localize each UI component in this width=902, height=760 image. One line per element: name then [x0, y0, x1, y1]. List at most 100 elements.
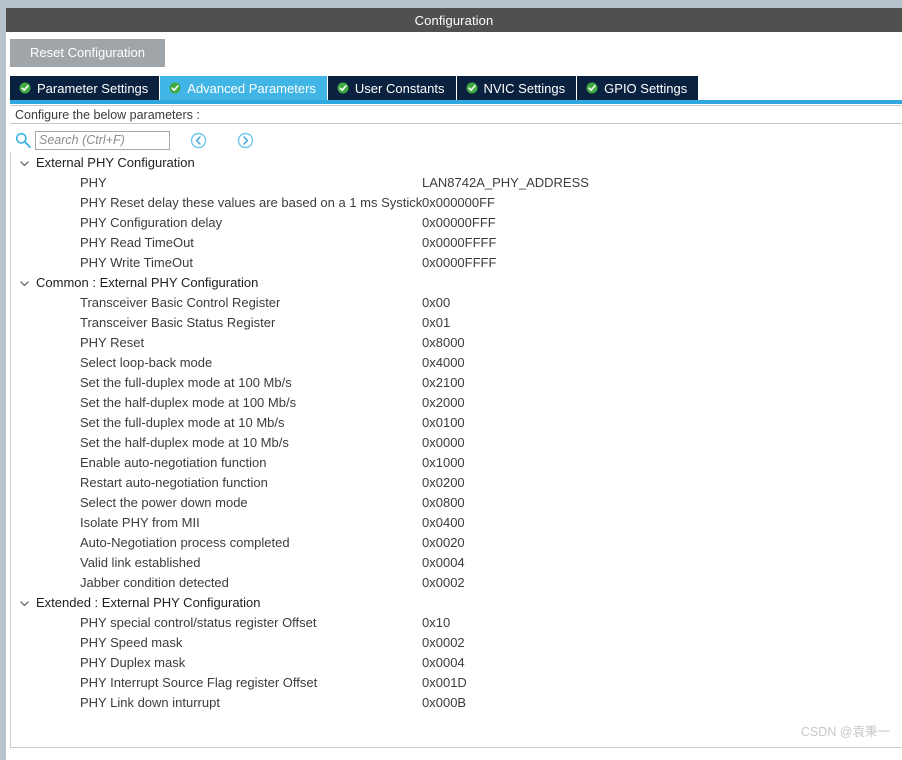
parameter-row[interactable]: PHY Reset 0x8000 — [11, 332, 902, 352]
parameter-row[interactable]: PHY Link down inturrupt 0x000B — [11, 692, 902, 712]
tab-parameter-settings[interactable]: Parameter Settings — [10, 76, 161, 100]
parameter-row[interactable]: Set the full-duplex mode at 100 Mb/s 0x21… — [11, 372, 902, 392]
parameter-value[interactable]: 0x10 — [422, 615, 902, 630]
parameter-row[interactable]: PHY LAN8742A_PHY_ADDRESS — [11, 172, 902, 192]
parameter-value[interactable]: 0x1000 — [422, 455, 902, 470]
chevron-down-icon[interactable] — [19, 157, 30, 168]
window-title-bar: Configuration — [6, 8, 902, 32]
parameter-value[interactable]: 0x0004 — [422, 655, 902, 670]
parameter-value[interactable]: 0x001D — [422, 675, 902, 690]
parameter-label: Jabber condition detected — [80, 574, 229, 590]
parameter-value[interactable]: 0x0000 — [422, 435, 902, 450]
parameter-row[interactable]: Jabber condition detected 0x0002 — [11, 572, 902, 592]
parameter-row[interactable]: Transceiver Basic Status Register 0x01 — [11, 312, 902, 332]
parameter-value[interactable]: 0x0200 — [422, 475, 902, 490]
tab-gpio-settings[interactable]: GPIO Settings — [577, 76, 700, 100]
parameter-label: PHY — [80, 174, 107, 190]
tab-label: NVIC Settings — [483, 80, 566, 96]
configure-hint-text: Configure the below parameters : — [15, 107, 200, 122]
parameter-label: PHY Reset — [80, 334, 145, 350]
parameter-value[interactable]: 0x0020 — [422, 535, 902, 550]
parameter-label: Select loop-back mode — [80, 354, 213, 370]
parameter-row[interactable]: Restart auto-negotiation function 0x0200 — [11, 472, 902, 492]
parameter-label: Restart auto-negotiation function — [80, 474, 268, 490]
tab-nvic-settings[interactable]: NVIC Settings — [456, 76, 578, 100]
search-input[interactable] — [35, 130, 170, 150]
parameter-row[interactable]: Select loop-back mode 0x4000 — [11, 352, 902, 372]
tab-label: Parameter Settings — [37, 80, 149, 96]
green-check-icon — [19, 82, 31, 94]
tab-user-constants[interactable]: User Constants — [327, 76, 457, 100]
tree-group-title: Common : External PHY Configuration — [36, 274, 259, 290]
tab-label: User Constants — [354, 80, 445, 96]
parameter-label: PHY Write TimeOut — [80, 254, 193, 270]
parameter-row[interactable]: Set the half-duplex mode at 100 Mb/s 0x20… — [11, 392, 902, 412]
parameter-value[interactable]: LAN8742A_PHY_ADDRESS — [422, 175, 902, 190]
parameter-label: Set the full-duplex mode at 10 Mb/s — [80, 414, 285, 430]
tree-group-title: Extended : External PHY Configuration — [36, 594, 261, 610]
parameter-value[interactable]: 0x00000FFF — [422, 215, 902, 230]
parameter-tree: External PHY Configuration PHY LAN8742A_PH… — [10, 152, 902, 732]
parameter-label: PHY Configuration delay — [80, 214, 223, 230]
tree-group-header[interactable]: Extended : External PHY Configuration — [11, 592, 902, 612]
tree-group-title: External PHY Configuration — [36, 154, 195, 170]
reset-configuration-button[interactable]: Reset Configuration — [10, 39, 165, 67]
parameter-value[interactable]: 0x8000 — [422, 335, 902, 350]
parameter-row[interactable]: PHY Interrupt Source Flag register Offse… — [11, 672, 902, 692]
parameter-row[interactable]: Auto-Negotiation process completed 0x0020 — [11, 532, 902, 552]
green-check-icon — [337, 82, 349, 94]
configuration-panel: Reset Configuration Parameter Settings Ad… — [6, 32, 902, 760]
footer-divider — [10, 747, 902, 748]
tree-group-header[interactable]: External PHY Configuration — [11, 152, 902, 172]
parameter-value[interactable]: 0x2100 — [422, 375, 902, 390]
tab-advanced-parameters[interactable]: Advanced Parameters — [160, 76, 328, 100]
parameter-value[interactable]: 0x000000FF — [422, 195, 902, 210]
tab-label: GPIO Settings — [604, 80, 688, 96]
parameter-value[interactable]: 0x0800 — [422, 495, 902, 510]
watermark: CSDN @袁秉一 — [800, 725, 890, 739]
parameter-value[interactable]: 0x000B — [422, 695, 902, 710]
parameter-value[interactable]: 0x0002 — [422, 635, 902, 650]
parameter-label: Isolate PHY from MII — [80, 514, 200, 530]
parameter-row[interactable]: PHY Read TimeOut 0x0000FFFF — [11, 232, 902, 252]
parameter-label: Transceiver Basic Control Register — [80, 294, 281, 310]
window-title: Configuration — [414, 12, 494, 28]
parameter-row[interactable]: Set the half-duplex mode at 10 Mb/s 0x000… — [11, 432, 902, 452]
parameter-label: Auto-Negotiation process completed — [80, 534, 290, 550]
parameter-row[interactable]: Isolate PHY from MII 0x0400 — [11, 512, 902, 532]
chevron-down-icon[interactable] — [19, 597, 30, 608]
tree-group-header[interactable]: Common : External PHY Configuration — [11, 272, 902, 292]
parameter-row[interactable]: Select the power down mode 0x0800 — [11, 492, 902, 512]
circle-chevron-right-icon[interactable] — [237, 132, 254, 149]
tab-label: Advanced Parameters — [187, 80, 316, 96]
parameter-label: Enable auto-negotiation function — [80, 454, 267, 470]
parameter-value[interactable]: 0x2000 — [422, 395, 902, 410]
parameter-row[interactable]: PHY Duplex mask 0x0004 — [11, 652, 902, 672]
parameter-value[interactable]: 0x01 — [422, 315, 902, 330]
parameter-label: PHY Interrupt Source Flag register Offse… — [80, 674, 318, 690]
parameter-row[interactable]: PHY special control/status register Offs… — [11, 612, 902, 632]
circle-chevron-left-icon[interactable] — [190, 132, 207, 149]
parameter-row[interactable]: PHY Speed mask 0x0002 — [11, 632, 902, 652]
parameter-row[interactable]: PHY Reset delay these values are based o… — [11, 192, 902, 212]
parameter-value[interactable]: 0x0400 — [422, 515, 902, 530]
parameter-row[interactable]: Set the full-duplex mode at 10 Mb/s 0x010… — [11, 412, 902, 432]
parameter-row[interactable]: Valid link established 0x0004 — [11, 552, 902, 572]
parameter-row[interactable]: Transceiver Basic Control Register 0x00 — [11, 292, 902, 312]
parameter-row[interactable]: PHY Write TimeOut 0x0000FFFF — [11, 252, 902, 272]
parameter-label: PHY Speed mask — [80, 634, 183, 650]
parameter-value[interactable]: 0x0000FFFF — [422, 235, 902, 250]
green-check-icon — [466, 82, 478, 94]
parameter-row[interactable]: PHY Configuration delay 0x00000FFF — [11, 212, 902, 232]
parameter-value[interactable]: 0x0100 — [422, 415, 902, 430]
parameter-value[interactable]: 0x4000 — [422, 355, 902, 370]
parameter-label: Select the power down mode — [80, 494, 248, 510]
chevron-down-icon[interactable] — [19, 277, 30, 288]
parameter-label: Valid link established — [80, 554, 201, 570]
parameter-value[interactable]: 0x0004 — [422, 555, 902, 570]
parameter-value[interactable]: 0x00 — [422, 295, 902, 310]
search-icon — [14, 131, 32, 149]
parameter-row[interactable]: Enable auto-negotiation function 0x1000 — [11, 452, 902, 472]
parameter-value[interactable]: 0x0000FFFF — [422, 255, 902, 270]
parameter-value[interactable]: 0x0002 — [422, 575, 902, 590]
